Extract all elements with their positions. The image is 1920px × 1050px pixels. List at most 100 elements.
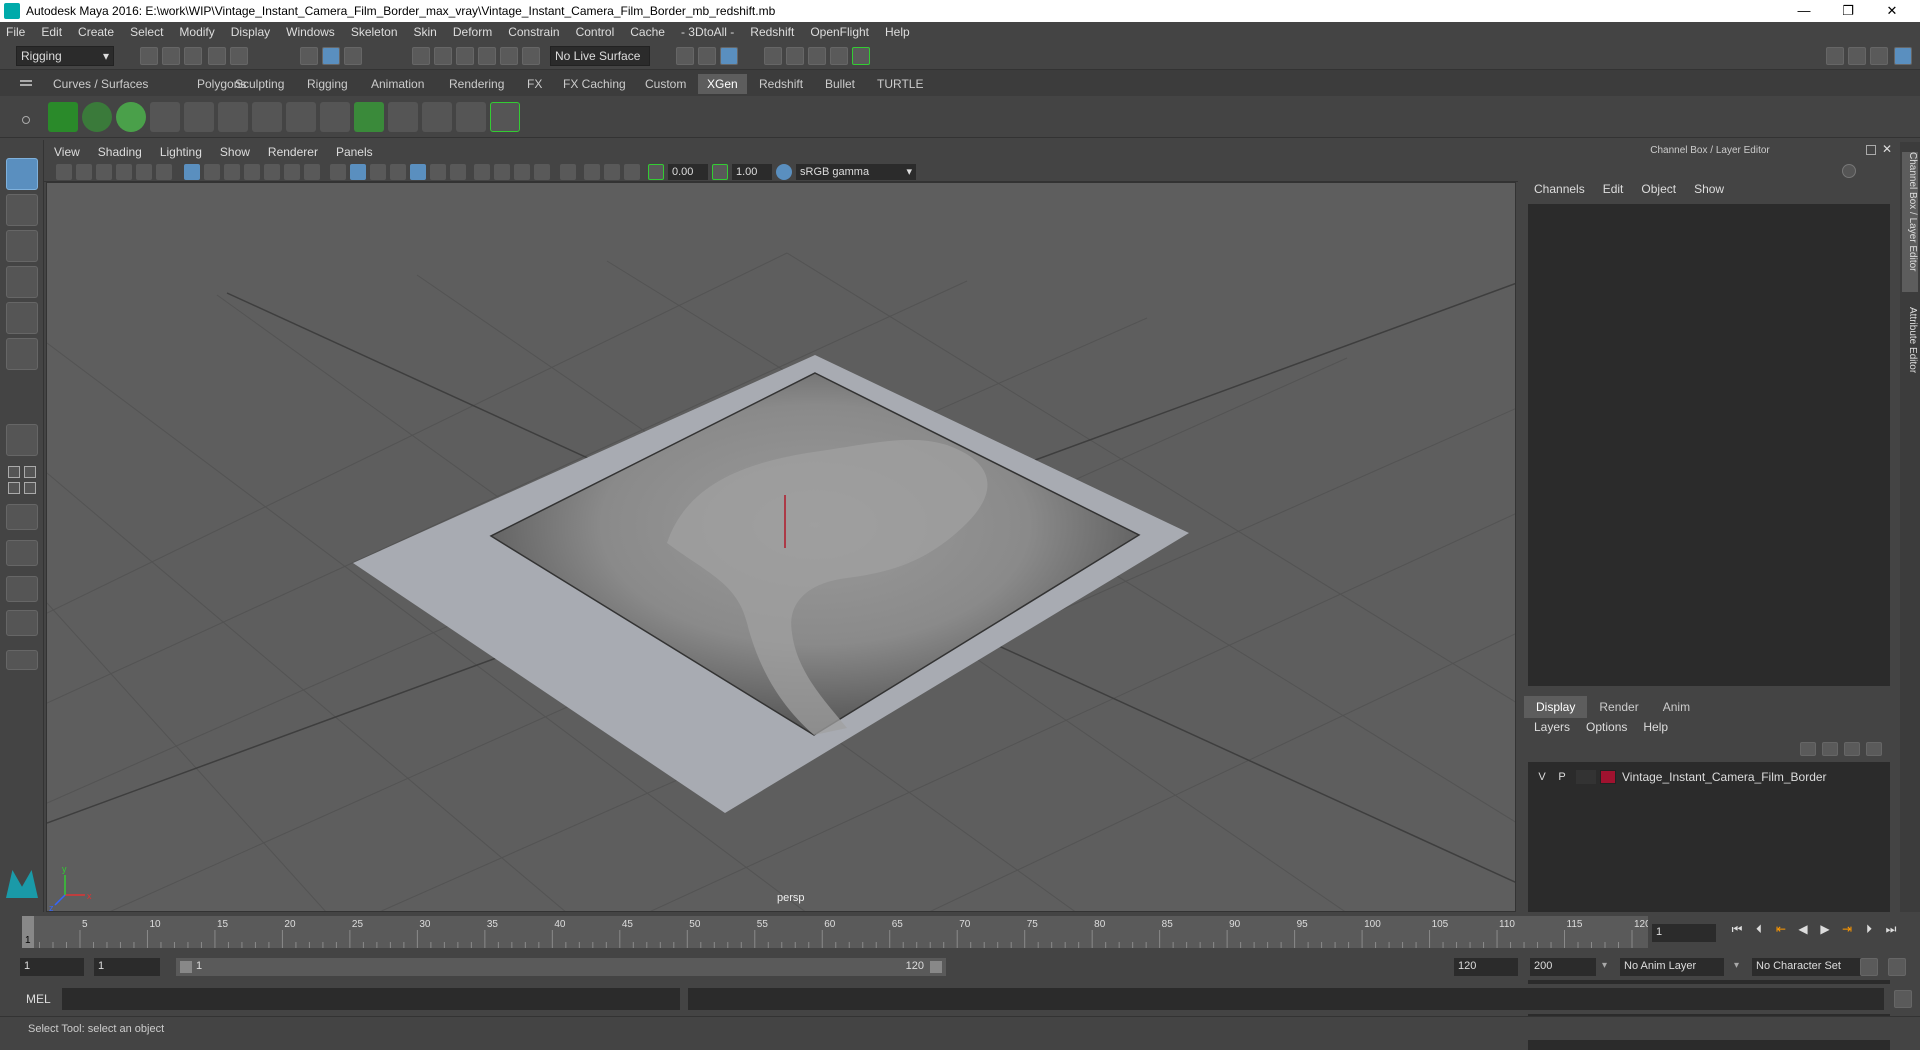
save-scene-icon[interactable] [184,47,202,65]
panel-menu-shading[interactable]: Shading [98,145,142,159]
menu-file[interactable]: File [6,25,25,39]
range-slider[interactable]: 1 120 [176,958,946,976]
menu-select[interactable]: Select [130,25,163,39]
xgen-bend-guides-icon[interactable] [388,102,418,132]
xgen-editor-icon[interactable] [48,102,78,132]
restore-button[interactable]: ❐ [1826,0,1870,22]
current-frame-field[interactable]: 1 [1652,924,1716,942]
snap-vertex-icon[interactable] [522,47,540,65]
tab-fx[interactable]: FX [518,74,551,94]
depth-of-field-icon[interactable] [534,164,550,180]
textured-icon[interactable] [410,164,426,180]
menu-skin[interactable]: Skin [414,25,437,39]
exposure-icon[interactable] [648,164,664,180]
use-all-lights-icon[interactable] [430,164,446,180]
four-view-layout-icon[interactable] [8,466,20,478]
menu-control[interactable]: Control [576,25,615,39]
tool-settings-toggle-icon[interactable] [1870,47,1888,65]
panel-menu-show[interactable]: Show [220,145,250,159]
redo-icon[interactable] [230,47,248,65]
xgen-move-guides-icon[interactable] [184,102,214,132]
exposure-field[interactable]: 0.00 [668,164,708,180]
grease-pencil-icon[interactable] [156,164,172,180]
cb-menu-edit[interactable]: Edit [1603,182,1624,200]
xray-active-icon[interactable] [604,164,620,180]
move-layer-down-icon[interactable] [1822,742,1838,756]
menu-windows[interactable]: Windows [286,25,335,39]
menu-modify[interactable]: Modify [179,25,214,39]
render-settings-icon[interactable] [808,47,826,65]
menu-display[interactable]: Display [231,25,270,39]
safe-title-icon[interactable] [304,164,320,180]
xray-icon[interactable] [584,164,600,180]
field-chart-icon[interactable] [264,164,280,180]
tab-render[interactable]: Render [1587,696,1650,718]
xgen-lock-guides-icon[interactable] [286,102,316,132]
move-layer-up-icon[interactable] [1800,742,1816,756]
wireframe-on-shaded-icon[interactable] [370,164,386,180]
tab-turtle[interactable]: TURTLE [868,74,932,94]
step-forward-frame-icon[interactable]: ⏵ [1862,922,1876,936]
gamma-field[interactable]: 1.00 [732,164,772,180]
range-slider-end-handle[interactable] [930,961,942,973]
xgen-rotate-guides-icon[interactable] [252,102,282,132]
range-slider-start-handle[interactable] [180,961,192,973]
safe-action-icon[interactable] [284,164,300,180]
xgen-comb-guides-icon[interactable] [422,102,452,132]
menu-constrain[interactable]: Constrain [508,25,559,39]
command-input[interactable] [62,988,680,1010]
hypershade-layout-icon[interactable] [6,576,38,602]
cb-menu-show[interactable]: Show [1694,182,1724,200]
menu-cache[interactable]: Cache [630,25,665,39]
xray-joints-icon[interactable] [624,164,640,180]
smooth-shade-icon[interactable] [350,164,366,180]
perspective-viewport[interactable]: x y z persp [46,182,1516,912]
playback-end-field[interactable]: 120 [1454,958,1518,976]
layer-playback-toggle[interactable]: P [1552,771,1572,783]
attribute-editor-toggle-icon[interactable] [1848,47,1866,65]
lasso-tool-icon[interactable] [6,194,38,226]
move-tool-icon[interactable] [6,266,38,298]
menu-edit[interactable]: Edit [41,25,62,39]
outliner-layout-icon[interactable] [6,504,38,530]
shelf-options-icon[interactable] [22,116,30,124]
ipr-render-icon[interactable] [786,47,804,65]
default-material-icon[interactable] [390,164,406,180]
menu-3dtoall[interactable]: - 3DtoAll - [681,25,734,39]
script-editor-icon[interactable] [1894,990,1912,1008]
create-empty-layer-icon[interactable] [1844,742,1860,756]
close-panel-icon[interactable]: ✕ [1882,142,1892,156]
step-forward-key-icon[interactable]: ⇥ [1840,922,1854,936]
modeling-toolkit-icon[interactable] [1826,47,1844,65]
tab-rigging[interactable]: Rigging [298,74,357,94]
graph-editor-layout-icon[interactable] [6,540,38,566]
color-management-icon[interactable] [776,164,792,180]
menu-skeleton[interactable]: Skeleton [351,25,398,39]
select-object-icon[interactable] [322,47,340,65]
paint-select-tool-icon[interactable] [6,230,38,262]
snap-surface-icon[interactable] [500,47,518,65]
menu-help[interactable]: Help [885,25,910,39]
scale-tool-icon[interactable] [6,338,38,370]
snap-point-icon[interactable] [456,47,474,65]
image-plane-icon[interactable] [116,164,132,180]
select-camera-icon[interactable] [56,164,72,180]
chevron-down-icon[interactable]: ▾ [1602,960,1607,971]
persp-graph-layout-icon[interactable] [8,482,20,494]
hypershade-icon[interactable] [830,47,848,65]
channel-box-manipulator-icon[interactable] [1842,164,1856,178]
float-panel-icon[interactable] [1866,145,1876,155]
screen-space-ao-icon[interactable] [474,164,490,180]
select-hierarchy-icon[interactable] [300,47,318,65]
tab-bullet[interactable]: Bullet [816,74,864,94]
chevron-down-icon[interactable]: ▾ [1734,960,1739,971]
colorspace-dropdown[interactable]: sRGB gamma ▾ [796,164,916,180]
play-backwards-icon[interactable]: ◀ [1796,922,1810,936]
side-tab-channel-box[interactable]: Channel Box / Layer Editor [1902,152,1918,292]
time-slider-bar[interactable]: 5 10 15 20 25 30 35 40 45 50 55 60 65 70 75 80 85 90 95 100… [22,916,1651,948]
minimize-button[interactable]: — [1782,0,1826,22]
construction-history-icon[interactable] [698,47,716,65]
cb-menu-channels[interactable]: Channels [1534,182,1585,200]
tab-redshift[interactable]: Redshift [750,74,812,94]
layer-reference-toggle[interactable] [1576,770,1596,784]
